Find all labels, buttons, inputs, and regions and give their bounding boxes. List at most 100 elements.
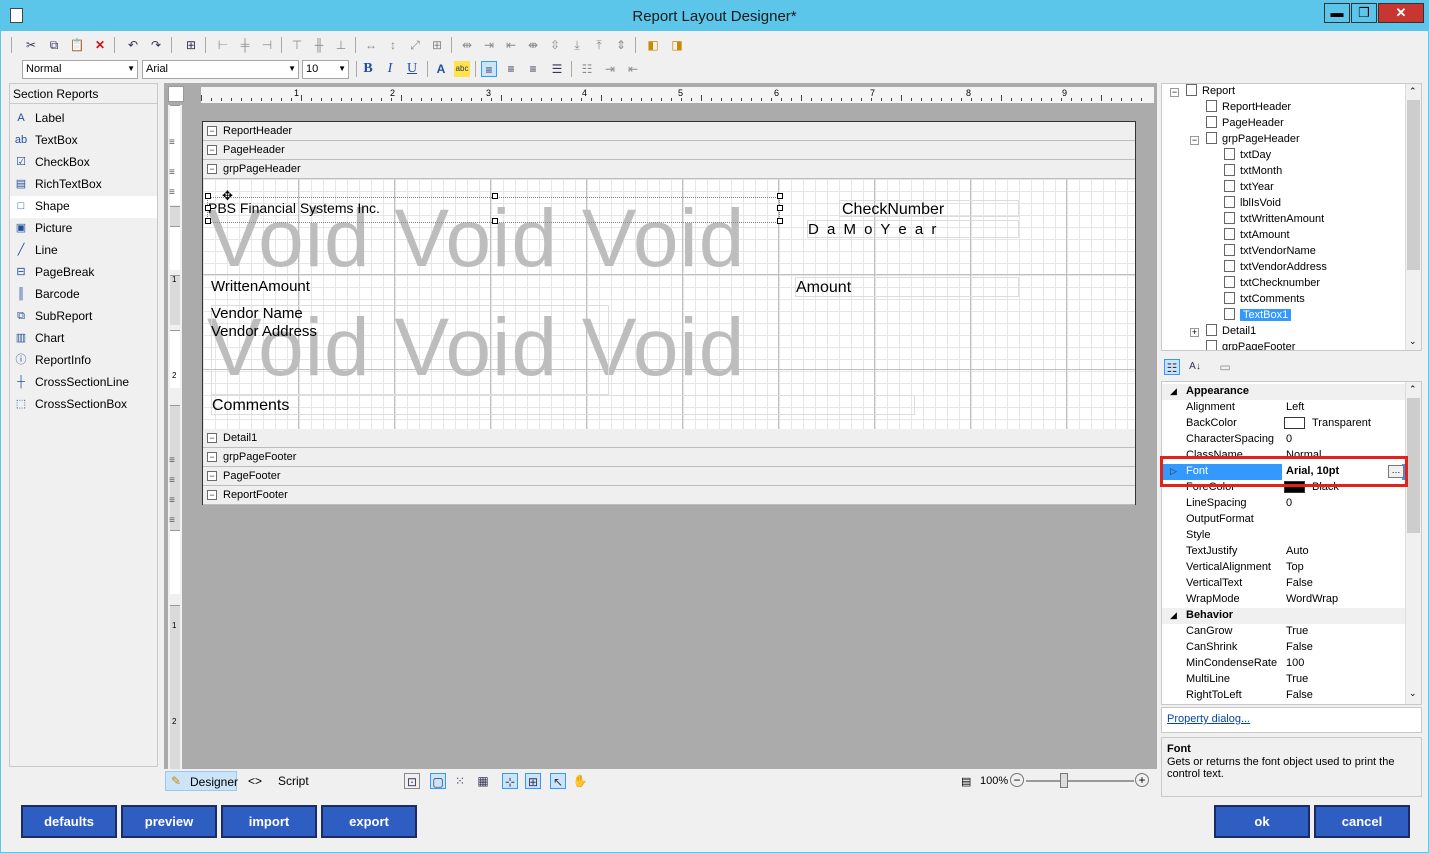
- band-grip-icon[interactable]: ≡: [169, 167, 175, 178]
- band-pagefooter[interactable]: − PageFooter: [203, 467, 1135, 486]
- chevron-down-icon[interactable]: ⌄: [1409, 336, 1417, 347]
- tree-node-txtcomments[interactable]: txtComments: [1224, 292, 1305, 308]
- property-wrapmode[interactable]: WrapMode WordWrap: [1162, 592, 1406, 608]
- expand-icon[interactable]: −: [1190, 136, 1199, 145]
- toolbox-item-subreport[interactable]: ⧉ SubReport: [10, 306, 157, 328]
- collapse-icon[interactable]: −: [207, 471, 217, 481]
- zoom-in-icon[interactable]: +: [1135, 773, 1149, 787]
- cancel-button[interactable]: cancel: [1314, 805, 1410, 838]
- undo-icon[interactable]: ↶: [125, 37, 141, 53]
- toolbox-item-richtextbox[interactable]: ▤ RichTextBox: [10, 174, 157, 196]
- property-pages-icon[interactable]: ▭: [1217, 359, 1233, 375]
- date-fields[interactable]: D a M o Y e a r: [807, 220, 1019, 238]
- property-righttoleft[interactable]: RightToLeft False: [1162, 688, 1406, 704]
- collapse-triangle-icon[interactable]: ◢: [1170, 384, 1177, 399]
- check-number-field[interactable]: CheckNumber: [839, 200, 1019, 218]
- size-to-grid-icon[interactable]: ⊞: [429, 37, 445, 53]
- property-value[interactable]: True: [1286, 624, 1308, 639]
- alphabetical-icon[interactable]: A↓: [1187, 359, 1203, 375]
- property-dialog-link[interactable]: Property dialog...: [1167, 713, 1250, 725]
- chevron-up-icon[interactable]: ⌃: [1409, 86, 1417, 97]
- close-button[interactable]: ✕: [1378, 3, 1424, 23]
- tree-node-lblisvoid[interactable]: lblIsVoid: [1224, 196, 1281, 212]
- collapse-icon[interactable]: −: [207, 126, 217, 136]
- minimize-button[interactable]: ▬: [1324, 3, 1350, 23]
- property-value[interactable]: 100: [1286, 656, 1304, 671]
- collapse-icon[interactable]: −: [207, 164, 217, 174]
- paste-icon[interactable]: 📋: [69, 37, 85, 53]
- collapse-icon[interactable]: −: [207, 145, 217, 155]
- designer-tab[interactable]: ✎ Designer: [165, 771, 238, 791]
- toolbox-item-line[interactable]: ╱ Line: [10, 240, 157, 262]
- property-backcolor[interactable]: BackColor Transparent: [1162, 416, 1406, 432]
- text-align-left-icon[interactable]: ≡: [481, 61, 497, 77]
- hspace-remove-icon[interactable]: ⇼: [525, 37, 541, 53]
- snap-lines-icon[interactable]: ⊹: [502, 773, 518, 789]
- resize-handle[interactable]: [777, 193, 783, 199]
- lines-grid-icon[interactable]: ▦: [475, 773, 491, 789]
- written-amount-field[interactable]: WrittenAmount: [211, 276, 411, 298]
- band-grip-icon[interactable]: ≡: [169, 455, 175, 466]
- bullets-icon[interactable]: ☷: [579, 61, 595, 77]
- snap-grid-icon[interactable]: ⊞: [525, 773, 541, 789]
- vspace-inc-icon[interactable]: ⤓: [569, 37, 585, 53]
- defaults-button[interactable]: defaults: [21, 805, 117, 838]
- toolbox-item-textbox[interactable]: ab TextBox: [10, 130, 157, 152]
- property-value[interactable]: Top: [1286, 560, 1304, 575]
- resize-handle[interactable]: [205, 205, 211, 211]
- property-value[interactable]: False: [1286, 640, 1313, 655]
- copy-icon[interactable]: ⧉: [46, 37, 62, 53]
- property-cangrow[interactable]: CanGrow True: [1162, 624, 1406, 640]
- tree-node-txtchecknumber[interactable]: txtChecknumber: [1224, 276, 1320, 292]
- amount-field[interactable]: Amount: [795, 277, 1019, 297]
- bring-front-icon[interactable]: ◧: [645, 37, 661, 53]
- toolbox-item-crosssectionbox[interactable]: ⬚ CrossSectionBox: [10, 394, 157, 416]
- tree-node-txtmonth[interactable]: txtMonth: [1224, 164, 1282, 180]
- band-grip-icon[interactable]: ≡: [169, 495, 175, 506]
- align-center-icon[interactable]: ╪: [237, 37, 253, 53]
- size-combo[interactable]: 10 ▼: [302, 60, 349, 79]
- tree-node-txtamount[interactable]: txtAmount: [1224, 228, 1290, 244]
- vendor-name-field[interactable]: Vendor Name: [211, 305, 303, 323]
- property-textjustify[interactable]: TextJustify Auto: [1162, 544, 1406, 560]
- tree-node-txtwrittenamount[interactable]: txtWrittenAmount: [1224, 212, 1324, 228]
- dots-grid-icon[interactable]: ⁙: [452, 773, 468, 789]
- top-ruler[interactable]: 1 2 3 4 5 6 7 8 9: [201, 87, 1154, 103]
- band-grip-icon[interactable]: ≡: [169, 475, 175, 486]
- toolbox-item-pagebreak[interactable]: ⊟ PageBreak: [10, 262, 157, 284]
- band-pageheader[interactable]: − PageHeader: [203, 141, 1135, 160]
- band-grip-icon[interactable]: ≡: [169, 137, 175, 148]
- resize-handle[interactable]: [205, 193, 211, 199]
- collapse-icon[interactable]: −: [207, 433, 217, 443]
- zoom-slider-thumb[interactable]: [1060, 773, 1068, 788]
- expand-icon[interactable]: −: [1170, 88, 1179, 97]
- toolbox-item-reportinfo[interactable]: ⓘ ReportInfo: [10, 350, 157, 372]
- property-linespacing[interactable]: LineSpacing 0: [1162, 496, 1406, 512]
- vspace-equal-icon[interactable]: ⇳: [547, 37, 563, 53]
- view-report-icon[interactable]: ⊡: [404, 773, 420, 789]
- import-button[interactable]: import: [221, 805, 317, 838]
- property-characterspacing[interactable]: CharacterSpacing 0: [1162, 432, 1406, 448]
- property-verticalalignment[interactable]: VerticalAlignment Top: [1162, 560, 1406, 576]
- band-grppagefooter[interactable]: − grpPageFooter: [203, 448, 1135, 467]
- hspace-dec-icon[interactable]: ⇤: [503, 37, 519, 53]
- resize-handle[interactable]: [205, 218, 211, 224]
- band-reportheader[interactable]: − ReportHeader: [203, 122, 1135, 141]
- property-category-behavior[interactable]: ◢ Behavior: [1162, 608, 1406, 624]
- align-right-icon[interactable]: ⊣: [259, 37, 275, 53]
- props-scrollbar[interactable]: ⌃ ⌄: [1405, 382, 1421, 704]
- property-value[interactable]: True: [1286, 672, 1308, 687]
- band-detail1[interactable]: − Detail1: [203, 429, 1135, 448]
- collapse-icon[interactable]: −: [207, 490, 217, 500]
- collapse-icon[interactable]: −: [207, 452, 217, 462]
- resize-handle[interactable]: [492, 218, 498, 224]
- tree-node-txtvendorname[interactable]: txtVendorName: [1224, 244, 1316, 260]
- maximize-button[interactable]: ❐: [1351, 3, 1377, 23]
- band-grip-icon[interactable]: ≡: [169, 187, 175, 198]
- resize-handle[interactable]: [777, 205, 783, 211]
- same-size-icon[interactable]: ⤢: [407, 37, 423, 53]
- property-style[interactable]: Style: [1162, 528, 1406, 544]
- indent-icon[interactable]: ⇥: [602, 61, 618, 77]
- tree-node-report[interactable]: Report: [1186, 84, 1235, 100]
- toolbox-item-shape[interactable]: □ Shape: [10, 196, 157, 218]
